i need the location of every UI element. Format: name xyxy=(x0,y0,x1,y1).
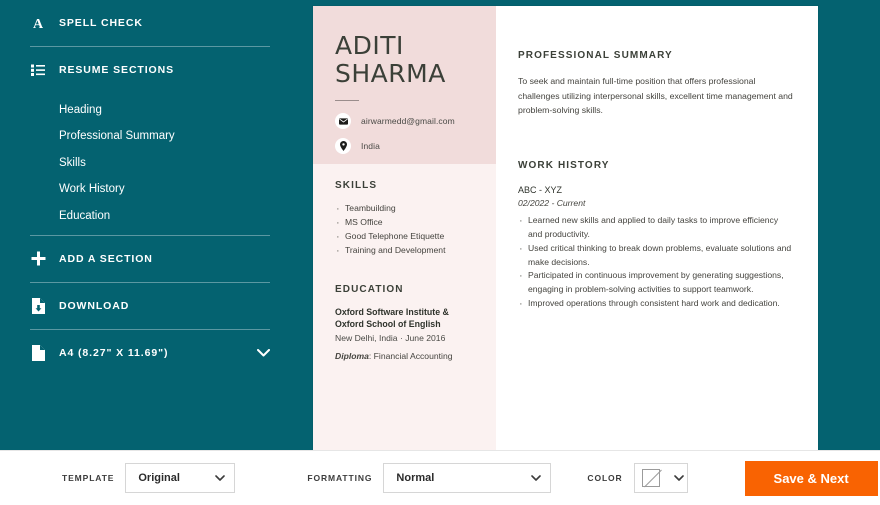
sidebar-item-heading[interactable]: Heading xyxy=(59,97,270,123)
chevron-down-icon[interactable] xyxy=(257,344,270,362)
chevron-down-icon xyxy=(660,472,684,484)
spell-check-label: SPELL CHECK xyxy=(59,17,143,29)
sidebar-item-skills[interactable]: Skills xyxy=(59,150,270,176)
professional-summary-text: To seek and maintain full-time position … xyxy=(518,76,793,116)
education-title: EDUCATION xyxy=(335,283,404,295)
sidebar-item-download[interactable]: DOWNLOAD xyxy=(30,283,270,329)
resume-preview[interactable]: ADITI SHARMA airwarmedd@gmail.com India … xyxy=(313,6,818,450)
sidebar-item-education[interactable]: Education xyxy=(59,203,270,229)
resume-builder-app: A SPELL CHECK RESUME SECTIONS Heading Pr… xyxy=(0,0,880,505)
sidebar-item-add-a-section[interactable]: ADD A SECTION xyxy=(30,236,270,282)
location-pin-icon xyxy=(335,138,351,154)
resume-professional-summary-block[interactable]: PROFESSIONAL SUMMARY To seek and maintai… xyxy=(518,50,794,118)
contact-email-row: airwarmedd@gmail.com xyxy=(335,113,474,129)
list-item: Used critical thinking to break down pro… xyxy=(518,241,794,270)
resume-last-name: SHARMA xyxy=(335,58,446,88)
envelope-icon xyxy=(335,113,351,129)
contact-location: India xyxy=(361,141,380,151)
download-document-icon xyxy=(30,297,46,315)
education-degree-value: : Financial Accounting xyxy=(368,351,453,362)
download-label: DOWNLOAD xyxy=(59,299,130,312)
work-history-title: WORK HISTORY xyxy=(518,159,610,171)
document-icon xyxy=(30,344,46,362)
list-item: Good Telephone Etiquette xyxy=(335,229,474,247)
name-underline-rule xyxy=(335,100,359,101)
skills-title: SKILLS xyxy=(335,180,378,191)
chevron-down-icon xyxy=(201,472,226,484)
plus-icon xyxy=(30,250,46,268)
work-history-dates: 02/2022 - Current xyxy=(518,197,586,208)
list-item: Teambuilding xyxy=(335,201,474,219)
education-school: Oxford Software Institute & Oxford Schoo… xyxy=(335,306,449,330)
color-swatch-none-icon xyxy=(641,469,660,487)
resume-left-column: ADITI SHARMA airwarmedd@gmail.com India … xyxy=(313,6,496,450)
work-history-company: ABC - XYZ xyxy=(518,184,563,195)
formatting-label: FORMATTING xyxy=(307,473,373,483)
list-icon xyxy=(30,61,46,79)
paper-size-selector[interactable]: A4 (8.27" X 11.69") xyxy=(30,330,270,376)
sidebar-item-resume-sections[interactable]: RESUME SECTIONS xyxy=(30,47,270,93)
education-meta: New Delhi, India · June 2016 xyxy=(335,333,446,344)
education-degree-label: Diploma xyxy=(335,351,369,362)
contact-location-row: India xyxy=(335,138,474,154)
work-history-bullets: Learned new skills and applied to daily … xyxy=(518,213,794,314)
formatting-value: Normal xyxy=(396,472,435,484)
formatting-select[interactable]: Normal xyxy=(383,463,552,493)
sidebar-item-work-history[interactable]: Work History xyxy=(59,176,270,202)
template-label: TEMPLATE xyxy=(62,473,115,483)
education-degree: Diploma: Financial Accounting xyxy=(335,350,474,363)
resume-right-column: PROFESSIONAL SUMMARY To seek and maintai… xyxy=(496,6,818,450)
add-a-section-label: ADD A SECTION xyxy=(59,252,153,265)
save-and-next-button[interactable]: Save & Next xyxy=(744,460,878,496)
sidebar: A SPELL CHECK RESUME SECTIONS Heading Pr… xyxy=(0,0,300,450)
letter-a-icon: A xyxy=(30,14,46,32)
template-value: Original xyxy=(138,472,180,484)
contact-email: airwarmedd@gmail.com xyxy=(361,116,455,126)
resume-first-name: ADITI xyxy=(335,31,404,60)
professional-summary-title: PROFESSIONAL SUMMARY xyxy=(518,50,673,61)
skills-list: Teambuilding MS Office Good Telephone Et… xyxy=(335,201,474,261)
resume-left-body: SKILLS Teambuilding MS Office Good Telep… xyxy=(313,164,496,363)
resume-name: ADITI SHARMA xyxy=(335,32,474,87)
svg-text:A: A xyxy=(33,17,44,30)
list-item: MS Office xyxy=(335,215,474,233)
resume-work-history-block[interactable]: WORK HISTORY ABC - XYZ 02/2022 - Current… xyxy=(518,159,794,314)
list-item: Training and Development xyxy=(335,243,474,261)
list-item: Improved operations through consistent h… xyxy=(518,296,794,314)
list-item: Learned new skills and applied to daily … xyxy=(518,213,794,242)
color-label: COLOR xyxy=(587,473,623,483)
color-select[interactable] xyxy=(633,463,688,493)
resume-sections-label: RESUME SECTIONS xyxy=(59,64,175,76)
bottom-toolbar: TEMPLATE Original FORMATTING Normal COLO… xyxy=(0,450,880,505)
paper-size-label: A4 (8.27" X 11.69") xyxy=(59,346,169,359)
list-item: Participated in continuous improvement b… xyxy=(518,268,794,297)
resume-heading-block[interactable]: ADITI SHARMA airwarmedd@gmail.com India xyxy=(313,6,496,164)
chevron-down-icon xyxy=(517,472,542,484)
sidebar-item-professional-summary[interactable]: Professional Summary xyxy=(59,123,270,149)
resume-skills-block[interactable]: SKILLS Teambuilding MS Office Good Telep… xyxy=(335,180,474,261)
template-select[interactable]: Original xyxy=(125,463,236,493)
resume-education-block[interactable]: EDUCATION Oxford Software Institute & Ox… xyxy=(335,284,474,363)
sidebar-item-spell-check[interactable]: A SPELL CHECK xyxy=(30,0,270,46)
resume-sections-list: Heading Professional Summary Skills Work… xyxy=(30,93,270,235)
